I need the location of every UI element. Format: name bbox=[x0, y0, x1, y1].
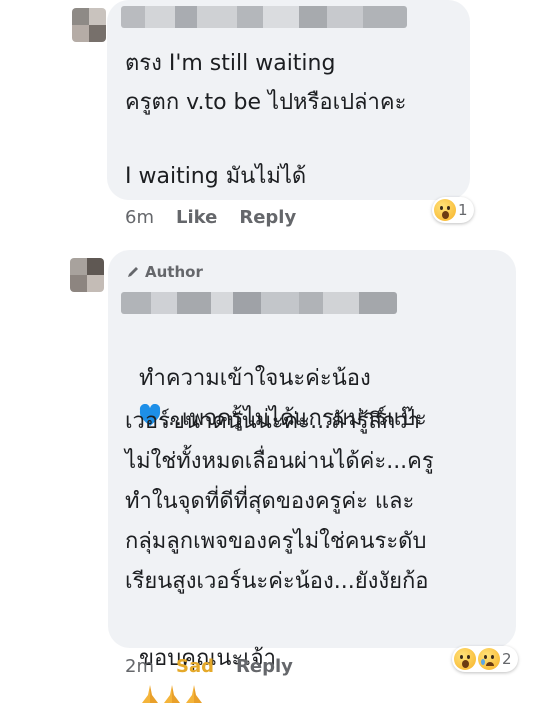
author-badge: Author bbox=[126, 263, 203, 281]
comment-text-line: ไม่ใช่ทั้งหมดเลื่อนผ่านได้ค่ะ...ครู bbox=[125, 449, 434, 474]
comment-text-line: เรียนสูงเวอร์นะค่ะน้อง...ยังงัยก้อ bbox=[125, 569, 429, 594]
like-button[interactable]: Like bbox=[176, 207, 217, 228]
author-name-blurred[interactable] bbox=[121, 6, 407, 28]
pencil-icon bbox=[128, 267, 138, 277]
avatar[interactable] bbox=[72, 8, 106, 42]
sad-icon bbox=[478, 648, 500, 670]
comment-text-line: เวอร์ขนาดนั้นนะค่ะ...ถ้ารู้สึกว่า bbox=[125, 409, 421, 434]
wow-icon bbox=[454, 648, 476, 670]
reply-button[interactable]: Reply bbox=[239, 207, 296, 228]
reaction-summary[interactable]: 2 bbox=[452, 646, 518, 672]
folded-hands-icon bbox=[164, 685, 180, 703]
reply-button[interactable]: Reply bbox=[236, 656, 293, 677]
folded-hands-icon bbox=[186, 685, 202, 703]
comment-text-line: I waiting มันไม่ได้ bbox=[125, 164, 307, 189]
comment-text-line: ครูตก v.to be ไปหรือเปล่าคะ bbox=[125, 90, 407, 115]
comment-text-line: ทำในจุดที่ดีที่สุดของครูค่ะ และ bbox=[125, 489, 415, 514]
comment-text-line: กลุ่มลูกเพจของครูไม่ใช่คนระดับ bbox=[125, 529, 427, 554]
timestamp[interactable]: 2m bbox=[125, 656, 154, 677]
folded-hands-icon bbox=[142, 685, 158, 703]
comment-text-line: ตรง I'm still waiting bbox=[125, 51, 336, 76]
reaction-count: 2 bbox=[502, 650, 512, 668]
avatar[interactable] bbox=[70, 258, 104, 292]
reaction-summary[interactable]: 1 bbox=[432, 197, 474, 223]
wow-icon bbox=[434, 199, 456, 221]
author-label: Author bbox=[145, 263, 203, 281]
timestamp[interactable]: 6m bbox=[125, 207, 154, 228]
author-name-blurred[interactable] bbox=[121, 292, 397, 314]
reaction-count: 1 bbox=[458, 201, 468, 219]
comment-actions: 6m Like Reply bbox=[125, 207, 296, 228]
sad-reaction-button[interactable]: Sad bbox=[176, 656, 214, 677]
comment-actions: 2m Sad Reply bbox=[125, 656, 293, 677]
